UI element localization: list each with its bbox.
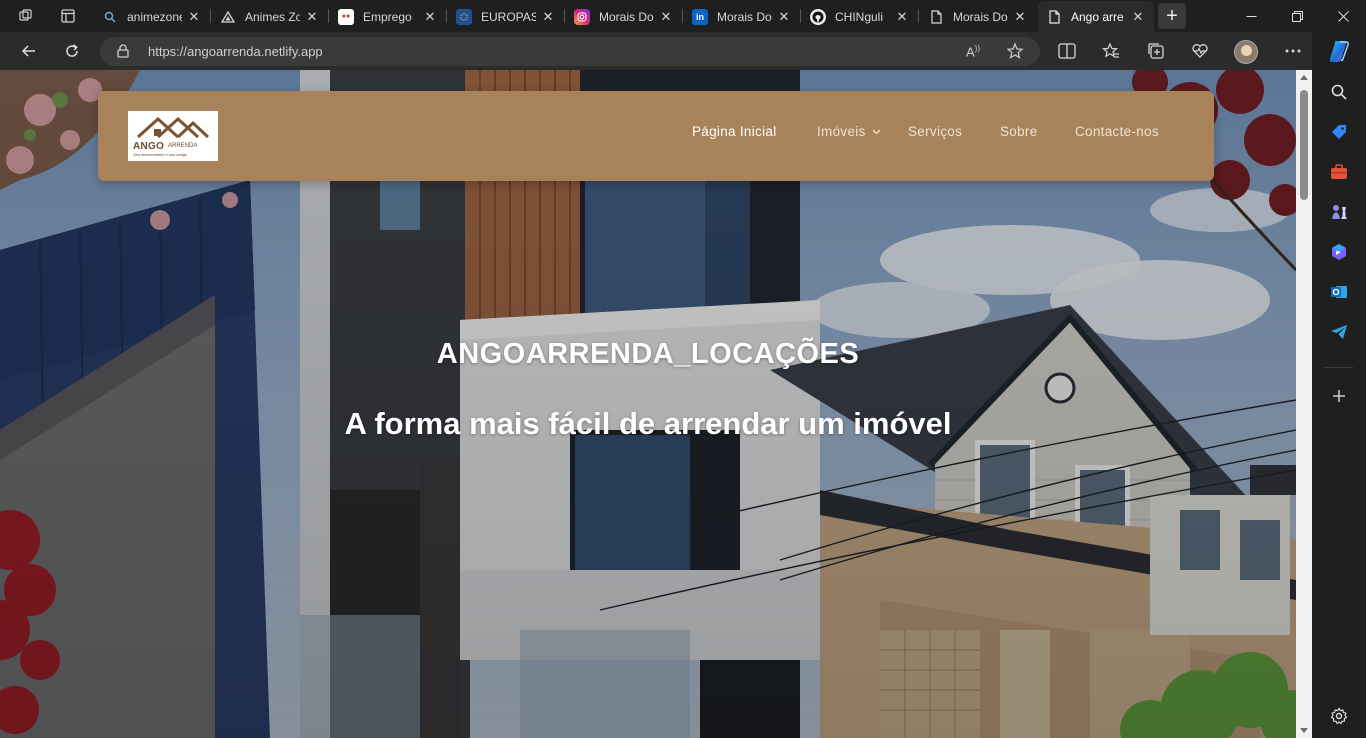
collections-icon[interactable] bbox=[1145, 41, 1167, 61]
tab-title: Morais Do bbox=[599, 9, 654, 24]
scroll-down-arrow-icon[interactable] bbox=[1300, 728, 1308, 733]
favorite-star-icon[interactable] bbox=[1006, 42, 1024, 63]
tab-actions-icon[interactable] bbox=[52, 4, 84, 28]
hero-subtitle: A forma mais fácil de arrendar um imóvel bbox=[344, 406, 952, 441]
tab-title: animezone bbox=[127, 9, 182, 24]
scrollbar-thumb[interactable] bbox=[1300, 90, 1308, 200]
games-chess-icon[interactable] bbox=[1329, 202, 1349, 222]
triangle-logo-icon bbox=[220, 9, 236, 25]
page-icon bbox=[1046, 9, 1062, 25]
scroll-up-arrow-icon[interactable] bbox=[1300, 75, 1308, 80]
europass-icon bbox=[456, 8, 472, 25]
refresh-icon[interactable] bbox=[57, 37, 87, 65]
workspaces-icon[interactable] bbox=[10, 4, 42, 28]
new-tab-button[interactable]: + bbox=[1158, 3, 1186, 29]
search-icon[interactable] bbox=[1329, 82, 1349, 102]
microsoft-365-icon[interactable] bbox=[1329, 242, 1349, 262]
tools-briefcase-icon[interactable] bbox=[1329, 162, 1349, 182]
hero-title: ANGOARRENDA_LOCAÇÕES bbox=[436, 338, 860, 370]
instagram-icon bbox=[574, 8, 590, 25]
close-tab-icon[interactable]: ✕ bbox=[540, 9, 556, 25]
nav-home[interactable]: Página Inicial bbox=[692, 124, 777, 139]
tab-github[interactable]: CHINguli ✕ bbox=[802, 1, 918, 32]
url-text[interactable]: https://angoarrenda.netlify.app bbox=[148, 44, 323, 59]
close-tab-icon[interactable]: ✕ bbox=[1012, 9, 1028, 25]
search-icon bbox=[102, 9, 118, 25]
split-screen-icon[interactable] bbox=[1056, 41, 1078, 61]
nav-services[interactable]: Serviços bbox=[908, 124, 962, 139]
github-icon bbox=[810, 8, 826, 25]
close-tab-icon[interactable]: ✕ bbox=[422, 9, 438, 25]
tab-europass[interactable]: EUROPASS ✕ bbox=[448, 1, 564, 32]
close-tab-icon[interactable]: ✕ bbox=[658, 9, 674, 25]
nav-about[interactable]: Sobre bbox=[1000, 124, 1038, 139]
close-window-icon[interactable] bbox=[1320, 0, 1366, 32]
site-logo[interactable]: ANGO ARRENDA Seu intermediário e seu ami… bbox=[128, 111, 218, 161]
favorites-icon[interactable] bbox=[1100, 41, 1122, 61]
more-options-icon[interactable] bbox=[1282, 41, 1304, 61]
close-tab-icon[interactable]: ✕ bbox=[1130, 9, 1146, 25]
outlook-icon[interactable] bbox=[1329, 282, 1349, 302]
tab-instagram[interactable]: Morais Do ✕ bbox=[566, 1, 682, 32]
nav-properties-label: Imóveis bbox=[817, 124, 866, 139]
logo-slogan: Seu intermediário e seu amigo bbox=[133, 152, 188, 157]
nav-properties[interactable]: Imóveis bbox=[817, 124, 881, 139]
tab-title: CHINguli bbox=[835, 9, 884, 24]
read-aloud-icon[interactable]: A)) bbox=[966, 44, 980, 59]
lock-icon[interactable] bbox=[117, 44, 129, 63]
address-bar[interactable]: https://angoarrenda.netlify.app A)) bbox=[100, 37, 1040, 66]
site-header: ANGO ARRENDA Seu intermediário e seu ami… bbox=[98, 91, 1214, 181]
chevron-down-icon bbox=[872, 127, 881, 137]
close-tab-icon[interactable]: ✕ bbox=[186, 9, 202, 25]
tab-morais-do[interactable]: Morais Do ✕ bbox=[920, 1, 1036, 32]
tab-title: EUROPASS bbox=[481, 9, 536, 24]
page-icon bbox=[928, 9, 944, 25]
linkedin-icon: in bbox=[692, 8, 708, 25]
browser-essentials-icon[interactable] bbox=[1189, 41, 1211, 61]
send-telegram-icon[interactable] bbox=[1329, 322, 1349, 342]
copilot-icon[interactable] bbox=[1326, 38, 1352, 64]
add-sidebar-app-icon[interactable] bbox=[1329, 386, 1349, 406]
tab-title: Animes Zone bbox=[245, 9, 300, 24]
tab-title: Morais Do bbox=[953, 9, 1008, 24]
tab-animezone[interactable]: animezone ✕ bbox=[94, 1, 210, 32]
logo-brand-suffix: ARRENDA bbox=[168, 143, 198, 149]
tab-title: Morais Do bbox=[717, 9, 772, 24]
nav-contact[interactable]: Contacte-nos bbox=[1075, 124, 1159, 139]
logo-brand-text: ANGO bbox=[133, 141, 165, 152]
browser-toolbar: https://angoarrenda.netlify.app A)) bbox=[0, 32, 1312, 70]
job-site-icon: ●● bbox=[338, 8, 354, 25]
page-viewport: ANGO ARRENDA Seu intermediário e seu ami… bbox=[0, 70, 1296, 738]
edge-sidebar bbox=[1312, 32, 1366, 738]
tab-title: Ango arre bbox=[1071, 9, 1124, 24]
tab-emprego[interactable]: ●● Emprego ✕ bbox=[330, 1, 446, 32]
close-tab-icon[interactable]: ✕ bbox=[776, 9, 792, 25]
sidebar-settings-gear-icon[interactable] bbox=[1329, 706, 1349, 726]
close-tab-icon[interactable]: ✕ bbox=[894, 9, 910, 25]
page-scrollbar[interactable] bbox=[1296, 70, 1312, 738]
close-tab-icon[interactable]: ✕ bbox=[304, 9, 320, 25]
tab-linkedin[interactable]: in Morais Do ✕ bbox=[684, 1, 800, 32]
logo-roofs-icon bbox=[136, 116, 210, 139]
tab-animes-zone[interactable]: Animes Zone ✕ bbox=[212, 1, 328, 32]
shopping-tag-icon[interactable] bbox=[1329, 122, 1349, 142]
restore-icon[interactable] bbox=[1274, 0, 1320, 32]
tab-title: Emprego bbox=[363, 9, 412, 24]
back-icon[interactable] bbox=[14, 37, 44, 65]
tab-strip: animezone ✕ Animes Zone ✕ ●● Emprego ✕ E… bbox=[0, 0, 1366, 32]
tab-ango-arrenda[interactable]: Ango arre ✕ bbox=[1038, 1, 1154, 32]
minimize-icon[interactable] bbox=[1228, 0, 1274, 32]
profile-avatar[interactable] bbox=[1234, 40, 1258, 64]
